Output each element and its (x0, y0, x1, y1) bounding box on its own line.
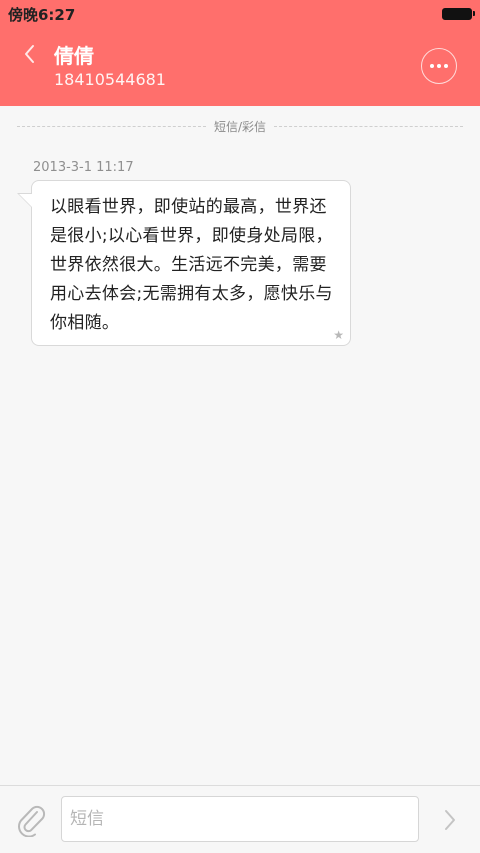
message-timestamp: 2013-3-1 11:17 (33, 160, 134, 175)
divider-line (17, 125, 206, 127)
bubble-tail (19, 194, 33, 208)
star-icon: ★ (333, 328, 344, 342)
more-dots-icon (430, 64, 434, 68)
status-time: 傍晚6:27 (8, 6, 76, 24)
contact-number: 18410544681 (54, 70, 166, 89)
back-button[interactable] (18, 42, 42, 66)
message-type-label: 短信/彩信 (213, 119, 267, 134)
attach-button[interactable] (16, 803, 46, 838)
conversation-header: 傍晚6:27 倩倩 18410544681 (0, 0, 480, 106)
battery-icon (442, 8, 475, 20)
message-text: 以眼看世界，即使站的最高，世界还是很小;以心看世界，即使身处局限，世界依然很大。… (50, 197, 333, 333)
send-button[interactable] (440, 807, 460, 833)
sms-input[interactable] (61, 796, 419, 842)
chevron-right-icon (445, 810, 455, 830)
paperclip-icon (18, 805, 46, 838)
more-dots-icon (437, 64, 441, 68)
more-dots-icon (444, 64, 448, 68)
contact-name: 倩倩 (54, 44, 94, 68)
composer-bar (0, 785, 480, 853)
chevron-left-icon (25, 45, 34, 63)
message-type-divider: 短信/彩信 (17, 118, 464, 134)
more-options-button[interactable] (421, 48, 457, 84)
message-bubble[interactable]: 以眼看世界，即使站的最高，世界还是很小;以心看世界，即使身处局限，世界依然很大。… (31, 180, 351, 346)
divider-line (274, 125, 464, 127)
